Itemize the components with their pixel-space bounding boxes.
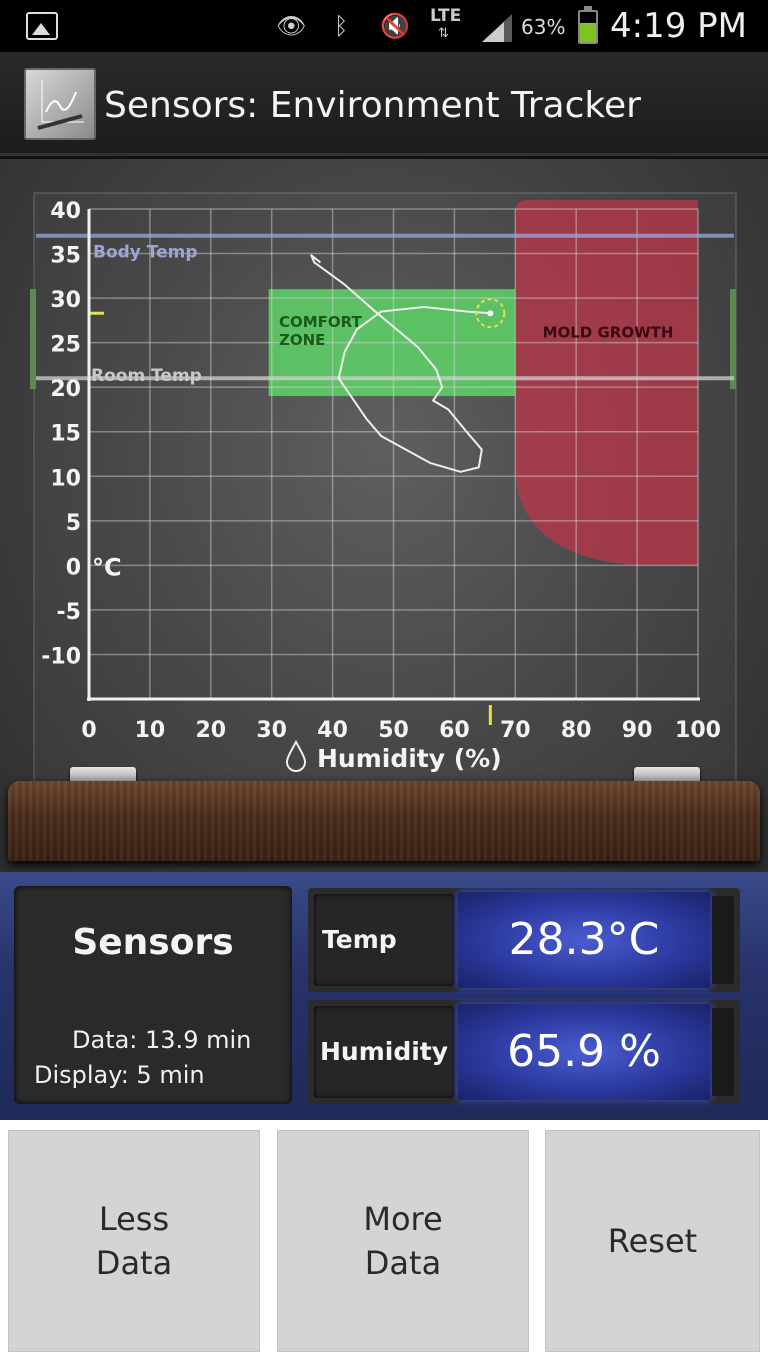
mute-icon: 🔇 — [380, 12, 410, 40]
y-tick-label: 40 — [50, 199, 81, 224]
room-temp-label: Room Temp — [91, 366, 202, 386]
y-tick-label: -5 — [57, 600, 81, 625]
data-arrows-icon: ⇅ — [438, 26, 449, 41]
x-tick-label: 70 — [500, 718, 531, 743]
x-tick-label: 80 — [561, 718, 592, 743]
humidity-label: Humidity — [314, 1006, 454, 1098]
battery-icon — [578, 6, 598, 44]
data-duration: Data: 13.9 min — [72, 1026, 252, 1054]
x-tick-label: 60 — [439, 718, 470, 743]
y-tick-label: 30 — [50, 288, 81, 313]
battery-percent: 63% — [521, 15, 566, 39]
x-axis-title: Humidity (%) — [317, 744, 502, 773]
x-tick-label: 0 — [81, 718, 96, 743]
comfort-zone-label: COMFORT — [279, 313, 363, 331]
y-tick-label: 25 — [50, 333, 81, 358]
bluetooth-icon: ᛒ — [334, 12, 349, 40]
y-tick-label: 20 — [50, 377, 81, 402]
x-tick-label: 100 — [675, 718, 721, 743]
y-tick-label: 0 — [66, 555, 81, 580]
x-tick-label: 20 — [195, 718, 226, 743]
right-edge-marker — [730, 289, 736, 389]
y-tick-label: -10 — [41, 644, 81, 669]
eye-icon: 👁 — [276, 12, 307, 40]
wooden-stand — [8, 781, 760, 861]
humidity-value: 65.9 % — [458, 1004, 710, 1100]
button-bar: Less Data More Data Reset — [0, 1120, 768, 1362]
x-tick-label: 40 — [317, 718, 348, 743]
app-title: Sensors: Environment Tracker — [104, 85, 641, 126]
clock: 4:19 PM — [610, 6, 747, 46]
info-panel: Sensors Data: 13.9 min Display: 5 min Te… — [0, 872, 768, 1120]
y-tick-label: 5 — [66, 511, 81, 536]
signal-icon — [482, 14, 512, 42]
x-tick-label: 90 — [622, 718, 653, 743]
x-tick-label: 30 — [256, 718, 287, 743]
more-data-button[interactable]: More Data — [277, 1130, 529, 1352]
humidity-endcap — [712, 1008, 734, 1096]
status-bar: 👁 ᛒ 🔇 LTE ⇅ 63% 4:19 PM — [0, 0, 768, 52]
temp-value: 28.3°C — [458, 892, 710, 988]
less-data-button[interactable]: Less Data — [8, 1130, 260, 1352]
temp-endcap — [712, 896, 734, 984]
temp-label: Temp — [314, 894, 454, 986]
mold-growth-label: MOLD GROWTH — [543, 324, 674, 342]
humidity-temp-chart[interactable]: 4035302520151050-5-100 10 20 30 40 50 60 70 80 90… — [0, 159, 768, 872]
lte-icon: LTE — [430, 6, 462, 26]
x-tick-label: 50 — [378, 718, 409, 743]
gallery-icon — [26, 12, 58, 40]
y-tick-label: 10 — [50, 466, 81, 491]
sensors-summary: Sensors Data: 13.9 min Display: 5 min — [14, 886, 292, 1104]
chart-area[interactable]: 40 35 30 25 20 15 10 5 0 -5 -10 0 10 20 30 40 50 60 70 80 90… — [0, 159, 768, 872]
app-chart-icon[interactable] — [24, 68, 96, 140]
y-tick-label: 15 — [50, 422, 81, 447]
action-bar: Sensors: Environment Tracker — [0, 52, 768, 156]
comfort-zone-label: ZONE — [279, 331, 325, 349]
mold-growth-zone — [515, 200, 698, 566]
temp-readout: Temp 28.3°C — [308, 888, 740, 992]
current-reading-dot — [487, 310, 494, 317]
body-temp-label: Body Temp — [93, 243, 198, 263]
y-unit-label: °C — [92, 553, 122, 581]
left-edge-marker — [30, 289, 36, 389]
reset-button[interactable]: Reset — [545, 1130, 760, 1352]
humidity-readout: Humidity 65.9 % — [308, 1000, 740, 1104]
display-duration: Display: 5 min — [34, 1061, 205, 1089]
x-tick-label: 10 — [135, 718, 166, 743]
sensors-title: Sensors — [72, 922, 234, 963]
y-tick-label: 35 — [50, 244, 81, 269]
